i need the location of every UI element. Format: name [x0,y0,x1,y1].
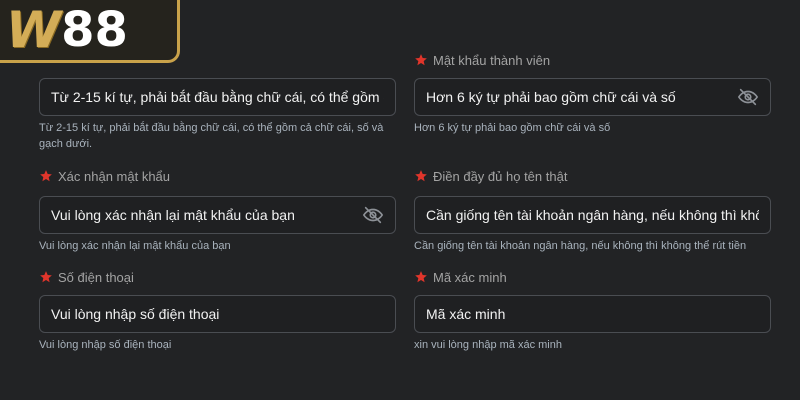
captcha-input[interactable]: Mã xác minh [414,295,771,333]
confirm-password-label-row: Xác nhận mật khẩu [39,167,396,185]
captcha-field: Mã xác minh Mã xác minh xin vui lòng nhậ… [414,268,771,353]
captcha-input-text: Mã xác minh [426,306,506,322]
real-name-field: Điền đầy đủ họ tên thật Cần giống tên tà… [414,167,771,254]
real-name-label: Điền đầy đủ họ tên thật [433,168,568,184]
username-input-text: Từ 2-15 kí tự, phải bắt đầu bằng chữ cái… [51,89,384,105]
confirm-password-input[interactable]: Vui lòng xác nhận lại mật khẩu của bạn [39,196,396,234]
real-name-input[interactable]: Cần giống tên tài khoản ngân hàng, nếu k… [414,196,771,234]
required-star-icon [415,170,427,182]
captcha-label: Mã xác minh [433,269,507,285]
username-field: Từ 2-15 kí tự, phải bắt đầu bằng chữ cái… [39,78,396,152]
confirm-password-input-text: Vui lòng xác nhận lại mật khẩu của bạn [51,207,295,223]
required-star-icon [415,271,427,283]
phone-input-text: Vui lòng nhập số điện thoại [51,306,220,322]
logo-letter: W [6,1,61,59]
captcha-label-row: Mã xác minh [414,268,771,286]
real-name-input-text: Cần giống tên tài khoản ngân hàng, nếu k… [426,207,759,223]
password-label-row: Mật khẩu thành viên [414,51,771,69]
phone-label: Số điện thoại [58,269,134,285]
real-name-label-row: Điền đầy đủ họ tên thật [414,167,771,185]
real-name-hint: Cần giống tên tài khoản ngân hàng, nếu k… [414,240,747,252]
username-input[interactable]: Từ 2-15 kí tự, phải bắt đầu bằng chữ cái… [39,78,396,116]
confirm-password-hint: Vui lòng xác nhận lại mật khẩu của bạn [39,240,231,252]
username-hint: Từ 2-15 kí tự, phải bắt đầu bằng chữ cái… [39,122,384,150]
w88-logo[interactable]: W 88 [0,0,180,63]
required-star-icon [415,54,427,66]
password-label: Mật khẩu thành viên [433,52,551,68]
confirm-password-label: Xác nhận mật khẩu [58,168,171,184]
password-input-text: Hơn 6 ký tự phải bao gồm chữ cái và số [426,89,676,105]
eye-off-icon[interactable] [737,86,759,108]
confirm-password-field: Xác nhận mật khẩu Vui lòng xác nhận lại … [39,167,396,254]
eye-off-icon[interactable] [362,204,384,226]
phone-field: Số điện thoại Vui lòng nhập số điện thoạ… [39,268,396,353]
captcha-hint: xin vui lòng nhập mã xác minh [414,339,562,351]
phone-input[interactable]: Vui lòng nhập số điện thoại [39,295,396,333]
phone-hint: Vui lòng nhập số điện thoại [39,339,172,351]
password-input[interactable]: Hơn 6 ký tự phải bao gồm chữ cái và số [414,78,771,116]
password-hint: Hơn 6 ký tự phải bao gồm chữ cái và số [414,122,611,134]
logo-number: 88 [61,2,128,58]
required-star-icon [40,271,52,283]
required-star-icon [40,170,52,182]
phone-label-row: Số điện thoại [39,268,396,286]
password-field: Mật khẩu thành viên Hơn 6 ký tự phải bao… [414,51,771,136]
